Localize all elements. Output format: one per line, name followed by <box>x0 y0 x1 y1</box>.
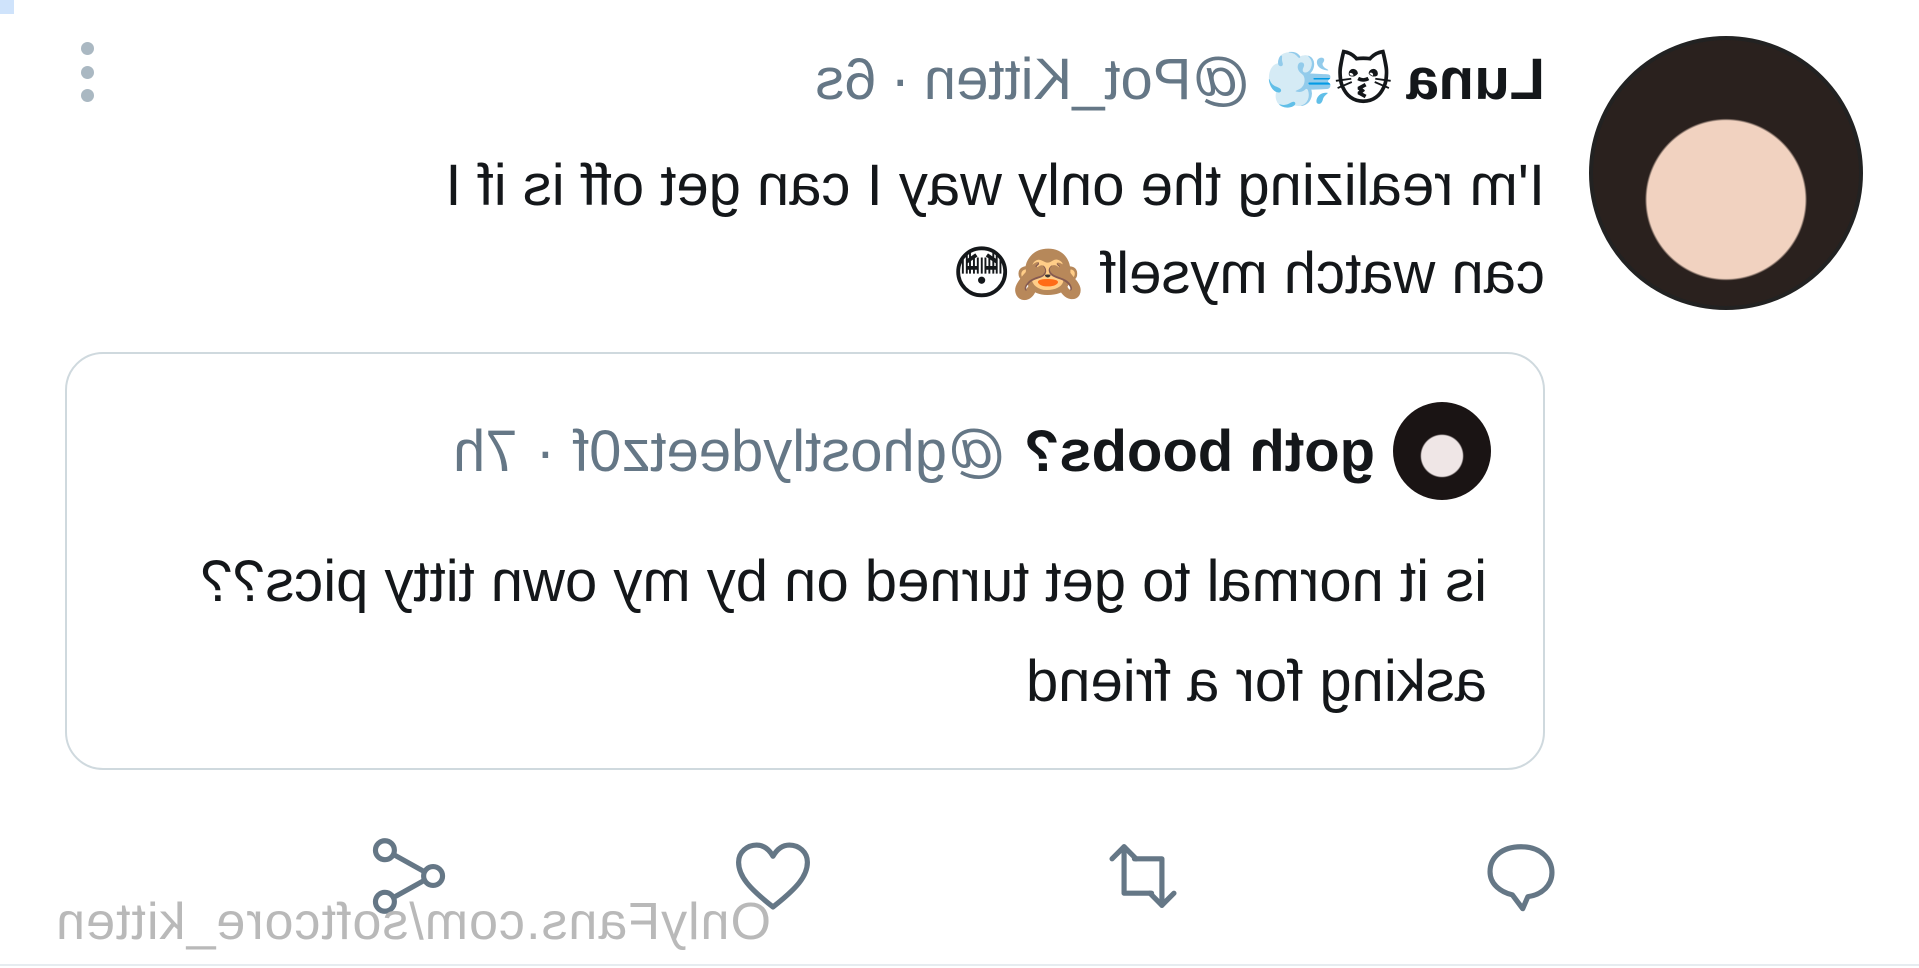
header-separator: · <box>890 47 910 112</box>
author-name[interactable]: Luna <box>1406 46 1545 113</box>
reply-button[interactable] <box>1471 826 1571 926</box>
watermark: OnlyFans.com/softcore_kitten <box>55 893 771 951</box>
corner-indicator <box>0 0 14 14</box>
quoted-tweet-text: is it normal to get turned on by my own … <box>200 549 1487 714</box>
quoted-author-handle[interactable]: @ghostlydeetz0f <box>573 418 1006 485</box>
tweet-header: Luna 😽💨 @Pot_Kitten · 6s <box>815 46 1545 113</box>
author-emojis: 😽💨 <box>1264 47 1393 113</box>
tweet-text: I'm realizing the only way I can get off… <box>445 153 1545 306</box>
tweet-view: Luna 😽💨 @Pot_Kitten · 6s I'm realizing t… <box>0 0 1919 968</box>
quoted-timestamp[interactable]: 7h <box>453 418 518 485</box>
author-avatar[interactable] <box>1589 36 1863 310</box>
reply-icon <box>1487 844 1555 912</box>
quoted-author-name[interactable]: goth boobs? <box>1024 418 1375 485</box>
retweet-button[interactable] <box>1093 826 1193 926</box>
retweet-icon <box>1109 844 1177 908</box>
quoted-author-avatar[interactable] <box>1393 402 1491 500</box>
divider <box>0 964 1919 966</box>
quoted-separator: · <box>535 418 555 484</box>
author-handle[interactable]: @Pot_Kitten <box>924 46 1251 113</box>
tweet-timestamp[interactable]: 6s <box>815 46 876 113</box>
more-options-icon[interactable] <box>80 42 96 102</box>
quoted-tweet-header: goth boobs? @ghostlydeetz0f · 7h <box>453 402 1491 500</box>
